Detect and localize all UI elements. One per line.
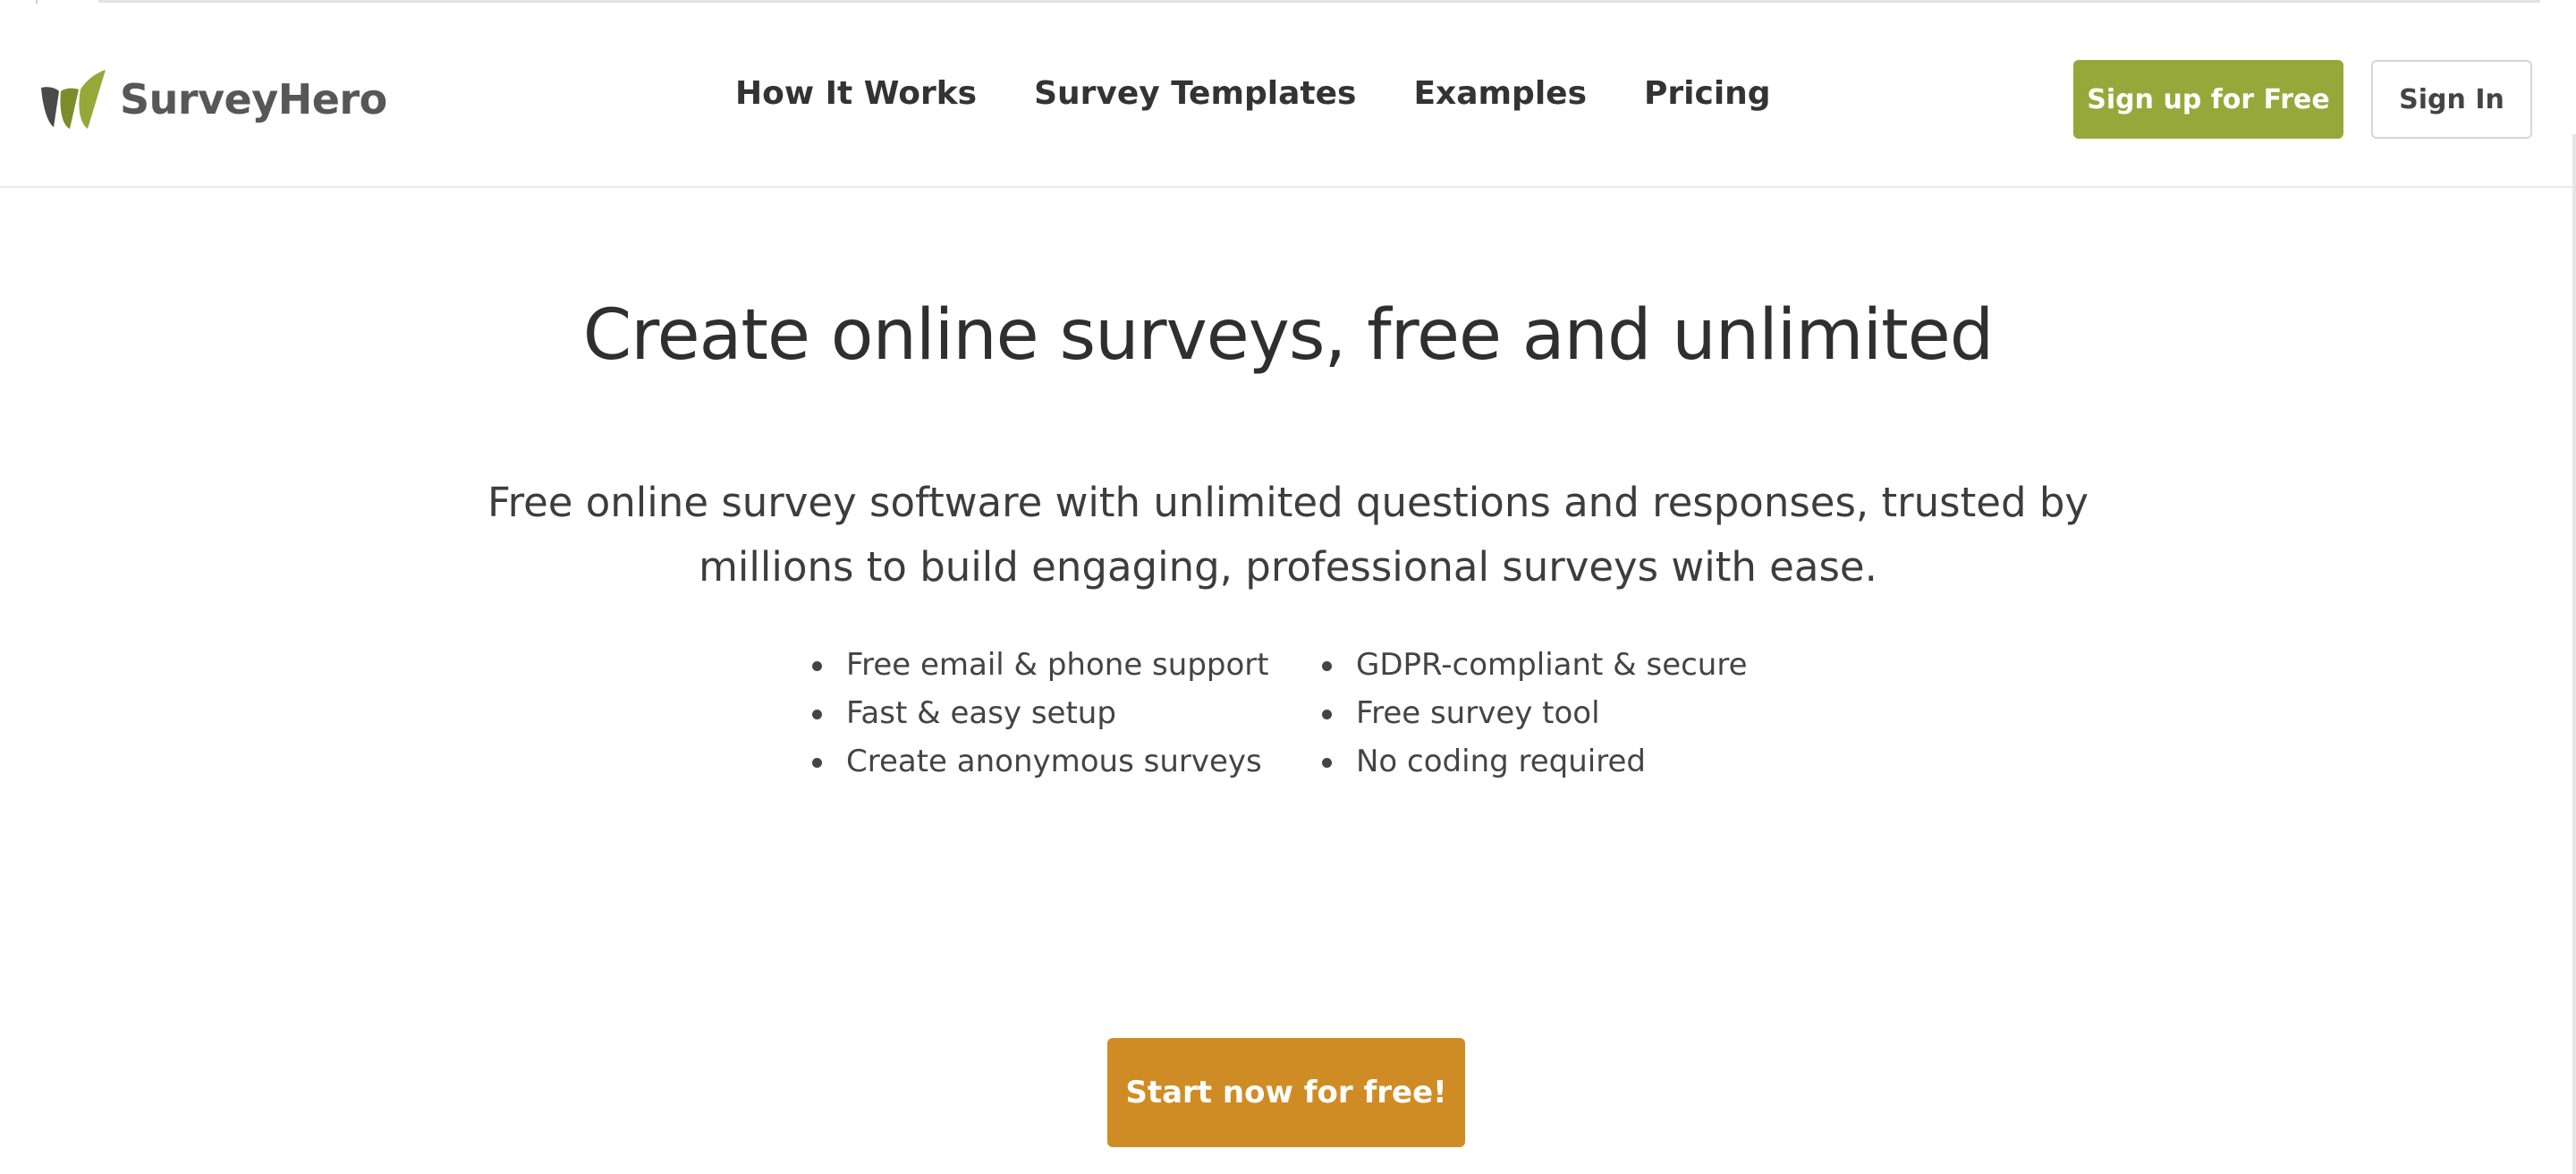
nav-how-it-works[interactable]: How It Works: [735, 75, 977, 112]
sign-in-button[interactable]: Sign In: [2371, 60, 2532, 139]
feature-list-right: GDPR-compliant & secure Free survey tool…: [1320, 641, 1821, 786]
site-header: SurveyHero How It Works Survey Templates…: [0, 4, 2576, 188]
main-nav: How It Works Survey Templates Examples P…: [735, 75, 1771, 112]
nav-pricing[interactable]: Pricing: [1644, 75, 1771, 112]
hero-subtitle: Free online survey software with unlimit…: [487, 479, 2089, 591]
page: SurveyHero How It Works Survey Templates…: [0, 0, 2576, 1174]
hero-title: Create online surveys, free and unlimite…: [582, 295, 1994, 376]
feature-list-left: Free email & phone support Fast & easy s…: [810, 641, 1320, 786]
list-item: Create anonymous surveys: [810, 737, 1320, 786]
sign-up-button[interactable]: Sign up for Free: [2073, 60, 2343, 139]
logo-link[interactable]: SurveyHero: [39, 68, 387, 131]
list-item: GDPR-compliant & secure: [1320, 641, 1821, 689]
top-strip-line: [98, 0, 2540, 3]
list-item: Free survey tool: [1320, 689, 1821, 737]
nav-survey-templates[interactable]: Survey Templates: [1034, 75, 1356, 112]
logo-text: SurveyHero: [120, 75, 387, 123]
list-item: Free email & phone support: [810, 641, 1320, 689]
right-edge-border: [2572, 134, 2576, 1174]
start-now-button[interactable]: Start now for free!: [1107, 1038, 1465, 1147]
nav-examples[interactable]: Examples: [1413, 75, 1587, 112]
list-item: No coding required: [1320, 737, 1821, 786]
list-item: Fast & easy setup: [810, 689, 1320, 737]
surveyhero-leaf-logo-icon: [41, 70, 106, 129]
feature-list: Free email & phone support Fast & easy s…: [810, 641, 1821, 786]
